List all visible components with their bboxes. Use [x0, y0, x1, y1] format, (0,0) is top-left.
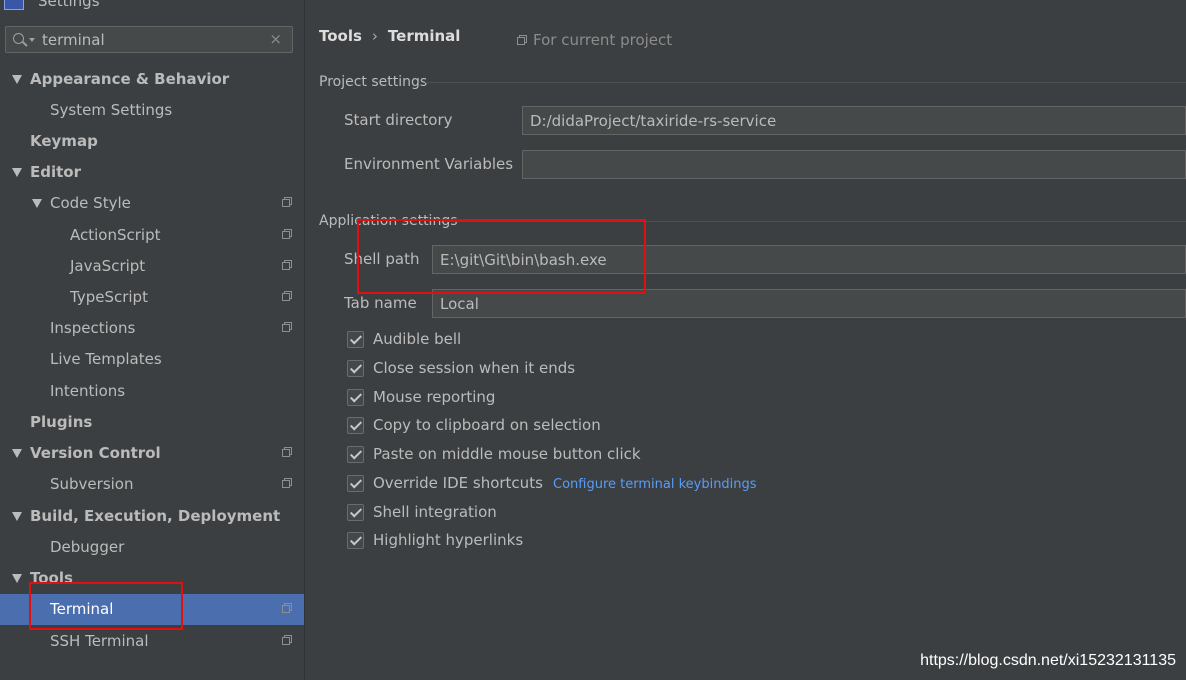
tree-item-label: JavaScript — [70, 257, 146, 275]
tree-item-javascript[interactable]: JavaScript — [0, 251, 304, 282]
checkbox-label: Close session when it ends — [373, 359, 576, 377]
search-history-dropdown-icon[interactable] — [29, 38, 35, 42]
tree-item-label: SSH Terminal — [50, 632, 149, 650]
project-settings-icon — [282, 229, 292, 239]
checkbox-label: Highlight hyperlinks — [373, 531, 524, 549]
tree-item-code-style[interactable]: Code Style — [0, 188, 304, 219]
project-settings-icon — [282, 197, 292, 207]
expand-arrow-icon[interactable] — [32, 199, 42, 208]
tree-item-label: Editor — [30, 163, 81, 181]
tree-item-label: Live Templates — [50, 350, 162, 368]
tree-item-label: System Settings — [50, 101, 173, 119]
tree-item-build-execution-deployment[interactable]: Build, Execution, Deployment — [0, 501, 304, 532]
tree-item-label: Terminal — [50, 600, 114, 618]
start-directory-label: Start directory — [344, 111, 453, 129]
tree-item-live-templates[interactable]: Live Templates — [0, 344, 304, 375]
watermark: https://blog.csdn.net/xi15232131135 — [920, 652, 1176, 669]
tree-item-typescript[interactable]: TypeScript — [0, 282, 304, 313]
for-current-project-label: For current project — [533, 31, 673, 49]
mouse-reporting-checkbox[interactable] — [347, 389, 364, 406]
checkbox-label: Mouse reporting — [373, 388, 496, 406]
breadcrumb: Tools › Terminal — [319, 27, 460, 45]
tree-item-intentions[interactable]: Intentions — [0, 376, 304, 407]
audible-bell-checkbox[interactable] — [347, 331, 364, 348]
checkbox-label: Shell integration — [373, 503, 497, 521]
clear-search-icon[interactable]: × — [269, 30, 282, 48]
project-settings-icon — [282, 322, 292, 332]
project-settings-icon — [282, 635, 292, 645]
tree-item-label: TypeScript — [70, 288, 148, 306]
project-settings-icon — [282, 260, 292, 270]
project-settings-icon — [282, 603, 292, 613]
expand-arrow-icon[interactable] — [12, 512, 22, 521]
application-settings-group-title: Application settings — [319, 213, 458, 229]
start-directory-field[interactable] — [522, 106, 1186, 135]
project-settings-icon — [282, 447, 292, 457]
tree-item-ssh-terminal[interactable]: SSH Terminal — [0, 626, 304, 657]
tree-item-subversion[interactable]: Subversion — [0, 469, 304, 500]
tree-item-keymap[interactable]: Keymap — [0, 126, 304, 157]
configure-terminal-keybindings-link[interactable]: Configure terminal keybindings — [553, 477, 757, 492]
tree-item-label: Version Control — [30, 444, 161, 462]
project-settings-group-title: Project settings — [319, 74, 428, 90]
shell-path-field[interactable] — [432, 245, 1186, 274]
tab-name-field[interactable] — [432, 289, 1186, 318]
tab-name-label: Tab name — [344, 294, 417, 312]
tree-item-label: Subversion — [50, 475, 134, 493]
expand-arrow-icon[interactable] — [12, 449, 22, 458]
checkbox-label: Copy to clipboard on selection — [373, 416, 601, 434]
project-settings-icon — [282, 478, 292, 488]
tree-item-inspections[interactable]: Inspections — [0, 313, 304, 344]
group-separator — [425, 82, 1186, 83]
tree-item-editor[interactable]: Editor — [0, 157, 304, 188]
checkbox-label: Paste on middle mouse button click — [373, 445, 641, 463]
for-current-project-note: For current project — [517, 31, 672, 49]
tree-item-label: Build, Execution, Deployment — [30, 507, 281, 525]
window-title: Settings — [38, 0, 100, 10]
tree-item-label: ActionScript — [70, 226, 161, 244]
tree-item-label: Appearance & Behavior — [30, 70, 230, 88]
tree-item-version-control[interactable]: Version Control — [0, 438, 304, 469]
tree-item-label: Plugins — [30, 413, 93, 431]
project-settings-icon — [282, 291, 292, 301]
tree-item-appearance-behavior[interactable]: Appearance & Behavior — [0, 64, 304, 95]
settings-sidebar: × Appearance & Behavior System Settings … — [0, 12, 304, 680]
tree-item-debugger[interactable]: Debugger — [0, 532, 304, 563]
breadcrumb-current: Terminal — [387, 27, 461, 45]
expand-arrow-icon[interactable] — [12, 168, 22, 177]
shell-integration-checkbox[interactable] — [347, 504, 364, 521]
close-session-checkbox[interactable] — [347, 360, 364, 377]
tree-item-system-settings[interactable]: System Settings — [0, 95, 304, 126]
project-settings-icon — [517, 35, 527, 45]
breadcrumb-separator: › — [371, 27, 378, 45]
override-ide-shortcuts-checkbox[interactable] — [347, 475, 364, 492]
tree-item-tools[interactable]: Tools — [0, 563, 304, 594]
environment-variables-label: Environment Variables — [344, 155, 514, 173]
checkbox-label: Audible bell — [373, 330, 462, 348]
search-icon[interactable] — [13, 33, 24, 44]
tree-item-label: Intentions — [50, 382, 126, 400]
checkbox-label: Override IDE shortcuts — [373, 474, 543, 492]
tree-item-label: Code Style — [50, 194, 131, 212]
tree-item-label: Keymap — [30, 132, 98, 150]
expand-arrow-icon[interactable] — [12, 574, 22, 583]
paste-middle-click-checkbox[interactable] — [347, 446, 364, 463]
app-logo-icon — [4, 0, 24, 10]
breadcrumb-parent: Tools — [319, 27, 362, 45]
settings-content-panel: Tools › Terminal For current project Proje… — [305, 0, 1186, 680]
tree-item-label: Tools — [30, 569, 73, 587]
tree-item-label: Debugger — [50, 538, 125, 556]
environment-variables-field[interactable] — [522, 150, 1186, 179]
copy-to-clipboard-checkbox[interactable] — [347, 417, 364, 434]
tree-item-actionscript[interactable]: ActionScript — [0, 220, 304, 251]
shell-path-label: Shell path — [344, 250, 420, 268]
search-box[interactable]: × — [5, 26, 293, 53]
group-separator — [445, 221, 1186, 222]
expand-arrow-icon[interactable] — [12, 75, 22, 84]
highlight-hyperlinks-checkbox[interactable] — [347, 532, 364, 549]
tree-item-terminal[interactable]: Terminal — [0, 594, 304, 625]
settings-search-input[interactable] — [42, 29, 267, 50]
tree-item-label: Inspections — [50, 319, 136, 337]
tree-item-plugins[interactable]: Plugins — [0, 407, 304, 438]
